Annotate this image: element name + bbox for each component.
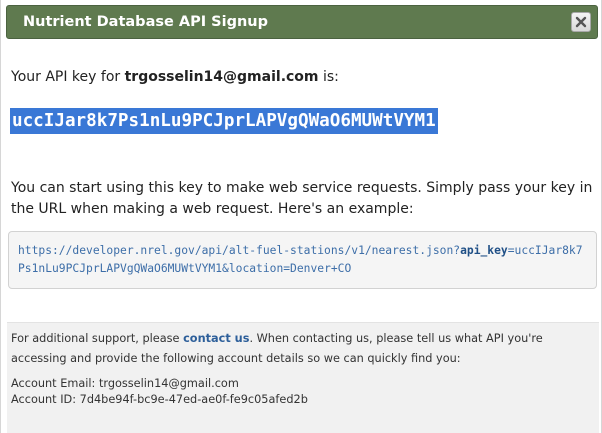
account-details: Account Email: trgosselin14@gmail.com Ac…	[11, 376, 595, 408]
example-equals: =	[507, 244, 515, 257]
example-param-name: api_key	[460, 244, 508, 257]
example-base-url: https://developer.nrel.gov/api/alt-fuel-…	[18, 244, 461, 257]
usage-instructions: You can start using this key to make web…	[11, 180, 593, 217]
example-rest: &location=Denver+CO	[222, 262, 352, 275]
close-icon	[575, 16, 587, 28]
support-footer: For additional support, please contact u…	[7, 322, 599, 433]
key-intro-prefix: Your API key for	[11, 69, 125, 85]
api-key-value[interactable]: uccIJar8k7Ps1nLu9PCJprLAPVgQWaO6MUWtVYM1	[10, 108, 438, 134]
account-email-value: trgosselin14@gmail.com	[98, 377, 239, 390]
account-email-label: Account Email:	[11, 377, 99, 390]
example-request-url[interactable]: https://developer.nrel.gov/api/alt-fuel-…	[8, 231, 597, 289]
contact-us-link[interactable]: contact us	[183, 332, 249, 345]
account-id-label: Account ID:	[11, 393, 80, 406]
account-email-bold: trgosselin14@gmail.com	[124, 69, 319, 85]
api-signup-dialog: Nutrient Database API Signup Your API ke…	[0, 0, 602, 433]
account-email-row: Account Email: trgosselin14@gmail.com	[11, 376, 595, 392]
dialog-title: Nutrient Database API Signup	[23, 14, 268, 30]
dialog-titlebar: Nutrient Database API Signup	[6, 5, 598, 39]
support-text: For additional support, please contact u…	[11, 329, 595, 369]
support-prefix: For additional support, please	[11, 332, 184, 345]
account-id-value: 7d4be94f-bc9e-47ed-ae0f-fe9c05afed2b	[79, 393, 308, 406]
key-intro-suffix: is:	[318, 69, 339, 85]
close-button[interactable]	[571, 12, 591, 32]
account-id-row: Account ID: 7d4be94f-bc9e-47ed-ae0f-fe9c…	[11, 392, 595, 408]
api-key-intro: Your API key for trgosselin14@gmail.com …	[11, 69, 339, 85]
